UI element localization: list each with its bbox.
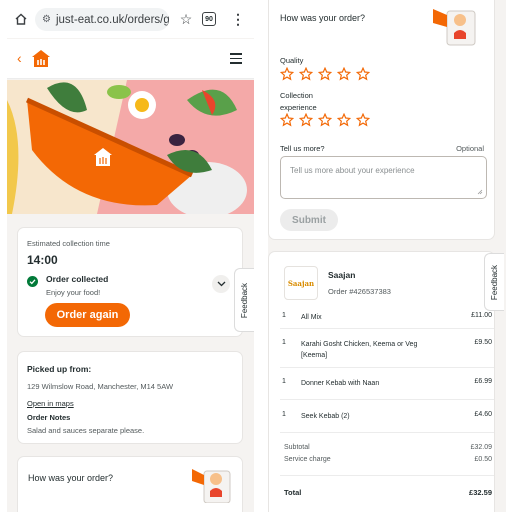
review-title: How was your order?: [280, 13, 366, 23]
item-name: Karahi Gosht Chicken, Keema or Veg [Keem…: [301, 341, 418, 359]
collection-experience-label: Collection experience: [280, 90, 317, 114]
hamburger-menu-icon[interactable]: [230, 53, 242, 67]
star-icon[interactable]: [337, 67, 351, 81]
item-quantity: 1: [282, 378, 286, 385]
item-name: Seek Kebab (2): [301, 413, 350, 420]
star-icon[interactable]: [337, 113, 351, 127]
status-text: Order collected: [46, 274, 109, 284]
resize-handle-icon[interactable]: [477, 189, 483, 195]
collection-star-rating: [280, 113, 375, 127]
review-form-card: How was your order? Quality Collection e…: [268, 0, 495, 240]
pickup-card: Picked up from: 129 Wilmslow Road, Manch…: [17, 351, 243, 444]
feedback-tab-label: Feedback: [240, 282, 250, 318]
row-divider: [280, 432, 494, 433]
total-value: £32.59: [469, 488, 492, 497]
item-quantity: 1: [282, 411, 286, 418]
star-icon[interactable]: [299, 67, 313, 81]
feedback-tab[interactable]: Feedback: [484, 253, 504, 311]
item-price: £9.50: [474, 339, 492, 346]
back-arrow-icon[interactable]: ‹: [17, 50, 22, 66]
left-phone-screenshot: ⚙ just-eat.co.uk/orders/g ☆ 90 ⋮ ‹ Estim…: [7, 0, 254, 512]
star-icon[interactable]: [356, 113, 370, 127]
site-header: ‹: [7, 39, 254, 79]
restaurant-name: Saajan: [328, 270, 356, 280]
order-notes-title: Order Notes: [27, 413, 71, 422]
item-quantity: 1: [282, 312, 286, 319]
subtotal-value: £32.09: [470, 444, 492, 451]
feedback-textarea[interactable]: Tell us more about your experience: [280, 156, 487, 199]
tab-count: 90: [205, 15, 213, 23]
open-in-maps-link[interactable]: Open in maps: [27, 399, 74, 408]
pickup-title: Picked up from:: [27, 364, 92, 374]
star-icon[interactable]: [356, 67, 370, 81]
quality-star-rating: [280, 67, 375, 81]
item-price: £11.00: [471, 312, 492, 319]
order-status-card: Estimated collection time 14:00 Order co…: [17, 227, 243, 337]
star-icon[interactable]: [318, 113, 332, 127]
restaurant-logo: Saajan: [284, 266, 318, 300]
expand-chevron-icon[interactable]: [212, 275, 230, 293]
star-icon[interactable]: [280, 67, 294, 81]
url-text: just-eat.co.uk/orders/g: [55, 13, 169, 26]
feedback-tab-label: Feedback: [490, 264, 500, 300]
submit-button[interactable]: Submit: [280, 209, 338, 231]
status-subtext: Enjoy your food!: [46, 288, 101, 297]
site-settings-icon[interactable]: ⚙: [42, 14, 51, 25]
estimated-label: Estimated collection time: [27, 239, 110, 248]
order-number: Order #426537383: [328, 287, 391, 296]
just-eat-logo[interactable]: [30, 48, 52, 75]
optional-label: Optional: [456, 144, 484, 153]
feedback-textarea-placeholder: Tell us more about your experience: [290, 166, 415, 175]
order-again-button[interactable]: Order again: [45, 303, 130, 327]
total-label: Total: [284, 488, 302, 497]
star-icon[interactable]: [318, 67, 332, 81]
right-phone-screenshot: How was your order? Quality Collection e…: [268, 0, 506, 512]
star-icon[interactable]: [280, 113, 294, 127]
check-circle-icon: [27, 274, 38, 292]
address-bar[interactable]: ⚙ just-eat.co.uk/orders/g: [35, 8, 169, 31]
home-icon[interactable]: [11, 9, 31, 29]
feedback-tab[interactable]: Feedback: [234, 268, 254, 332]
service-charge-label: Service charge: [284, 456, 331, 463]
row-divider: [280, 367, 494, 368]
tell-us-label: Tell us more?: [280, 144, 325, 153]
tab-switcher-button[interactable]: 90: [202, 12, 216, 26]
browser-toolbar: ⚙ just-eat.co.uk/orders/g ☆ 90 ⋮: [7, 0, 254, 38]
item-price: £4.60: [474, 411, 492, 418]
row-divider: [280, 328, 494, 329]
pickup-address: 129 Wilmslow Road, Manchester, M14 5AW: [27, 382, 174, 391]
star-icon[interactable]: [299, 113, 313, 127]
megaphone-illustration: [427, 5, 487, 52]
restaurant-logo-text: Saajan: [287, 278, 315, 288]
collection-label-line1: Collection: [280, 91, 313, 100]
row-divider: [280, 475, 494, 476]
service-charge-value: £0.50: [474, 456, 492, 463]
item-name: Donner Kebab with Naan: [301, 380, 380, 387]
collection-time: 14:00: [27, 253, 58, 267]
item-quantity: 1: [282, 339, 286, 346]
subtotal-label: Subtotal: [284, 444, 310, 451]
item-name: All Mix: [301, 314, 322, 321]
more-menu-icon[interactable]: ⋮: [228, 9, 248, 29]
item-price: £6.99: [474, 378, 492, 385]
review-teaser-title: How was your order?: [28, 473, 114, 483]
row-divider: [280, 399, 494, 400]
hero-illustration: [7, 80, 254, 214]
bookmark-star-icon[interactable]: ☆: [176, 9, 196, 29]
megaphone-illustration: [186, 463, 242, 508]
order-notes-text: Salad and sauces separate please.: [27, 426, 145, 435]
quality-label: Quality: [280, 56, 304, 65]
review-teaser-card: How was your order?: [17, 456, 243, 512]
